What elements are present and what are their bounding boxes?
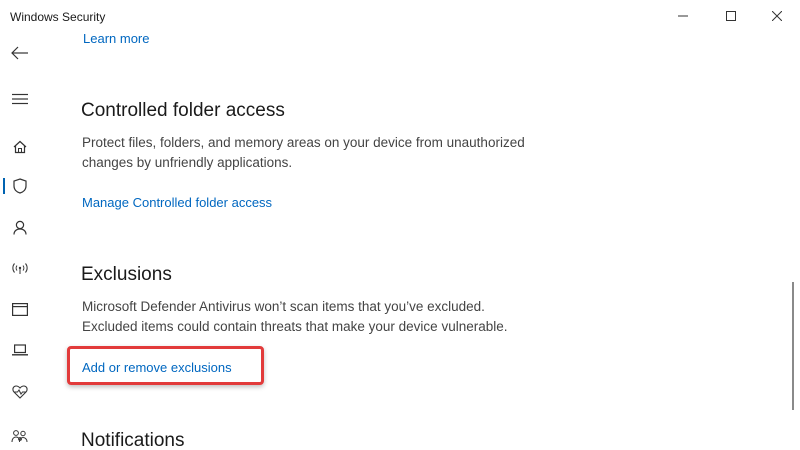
home-icon xyxy=(13,140,27,154)
close-icon xyxy=(772,11,782,21)
nav-device-performance[interactable] xyxy=(0,377,40,407)
menu-button[interactable] xyxy=(0,84,40,114)
nav-family-options[interactable] xyxy=(0,421,40,450)
hamburger-menu-icon xyxy=(12,93,28,105)
section-heading-exclusions: Exclusions xyxy=(81,264,172,285)
app-window-icon xyxy=(12,302,28,316)
highlight-annotation-box xyxy=(67,346,264,385)
navigation-rail xyxy=(0,32,40,450)
nav-app-browser-control[interactable] xyxy=(0,294,40,324)
person-icon xyxy=(13,220,27,235)
heart-pulse-icon xyxy=(12,385,28,399)
section-description-line: Excluded items could contain threats tha… xyxy=(82,319,508,334)
section-heading-notifications: Notifications xyxy=(81,430,185,450)
scrollbar-thumb[interactable] xyxy=(792,282,794,410)
section-description-line: changes by unfriendly applications. xyxy=(82,155,293,170)
active-indicator xyxy=(3,178,5,194)
manage-controlled-folder-access-link[interactable]: Manage Controlled folder access xyxy=(82,195,272,211)
nav-firewall-network[interactable] xyxy=(0,253,40,283)
back-arrow-icon xyxy=(11,46,28,60)
windows-security-window: Windows Security Learn more Controlled f… xyxy=(0,0,800,450)
family-icon xyxy=(11,429,28,442)
nav-home[interactable] xyxy=(0,132,40,162)
wifi-antenna-icon xyxy=(12,263,28,274)
shield-icon xyxy=(13,178,27,194)
section-description-line: Microsoft Defender Antivirus won’t scan … xyxy=(82,299,485,314)
nav-virus-threat-protection[interactable] xyxy=(0,171,40,201)
section-heading-controlled-folder-access: Controlled folder access xyxy=(81,100,285,121)
nav-account-protection[interactable] xyxy=(0,212,40,242)
section-description-line: Protect files, folders, and memory areas… xyxy=(82,135,525,150)
learn-more-link[interactable]: Learn more xyxy=(83,31,149,47)
nav-device-security[interactable] xyxy=(0,335,40,365)
back-button[interactable] xyxy=(0,38,40,68)
laptop-icon xyxy=(12,344,28,356)
